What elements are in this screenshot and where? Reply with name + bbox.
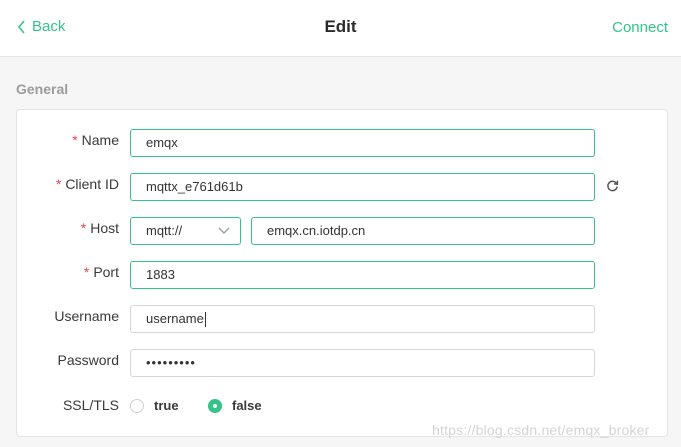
name-label: * Name	[72, 132, 119, 148]
radio-unchecked-icon	[130, 398, 144, 413]
username-label: Username	[54, 308, 119, 324]
host-label: * Host	[80, 220, 119, 236]
ssl-true-radio[interactable]: true	[130, 398, 179, 413]
section-title: General	[16, 81, 69, 97]
host-input[interactable]: emqx.cn.iotdp.cn	[251, 217, 595, 245]
connect-button[interactable]: Connect	[612, 19, 668, 36]
client-id-input[interactable]: mqttx_e761d61b	[130, 173, 595, 201]
port-input[interactable]: 1883	[130, 261, 595, 289]
required-marker: *	[80, 220, 87, 236]
text-cursor	[204, 312, 206, 328]
required-marker: *	[72, 132, 78, 148]
password-input[interactable]: •••••••••	[130, 349, 595, 377]
password-label: Password	[57, 352, 119, 368]
radio-checked-icon	[208, 398, 222, 413]
chevron-down-icon	[218, 227, 230, 234]
required-marker: *	[83, 264, 90, 280]
username-input[interactable]: username	[130, 305, 595, 333]
refresh-icon[interactable]	[606, 179, 619, 192]
name-input[interactable]: emqx	[130, 129, 595, 157]
ssl-false-radio[interactable]: false	[208, 398, 262, 413]
required-marker: *	[55, 176, 62, 192]
protocol-select[interactable]: mqtt://	[130, 217, 241, 245]
client-id-label: * Client ID	[55, 176, 119, 192]
ssl-tls-label: SSL/TLS	[62, 397, 119, 413]
watermark: https://blog.csdn.net/emqx_broker	[432, 422, 650, 438]
port-label: * Port	[83, 264, 119, 280]
top-bar: Back Edit Connect	[0, 0, 681, 57]
page-title: Edit	[324, 17, 357, 36]
